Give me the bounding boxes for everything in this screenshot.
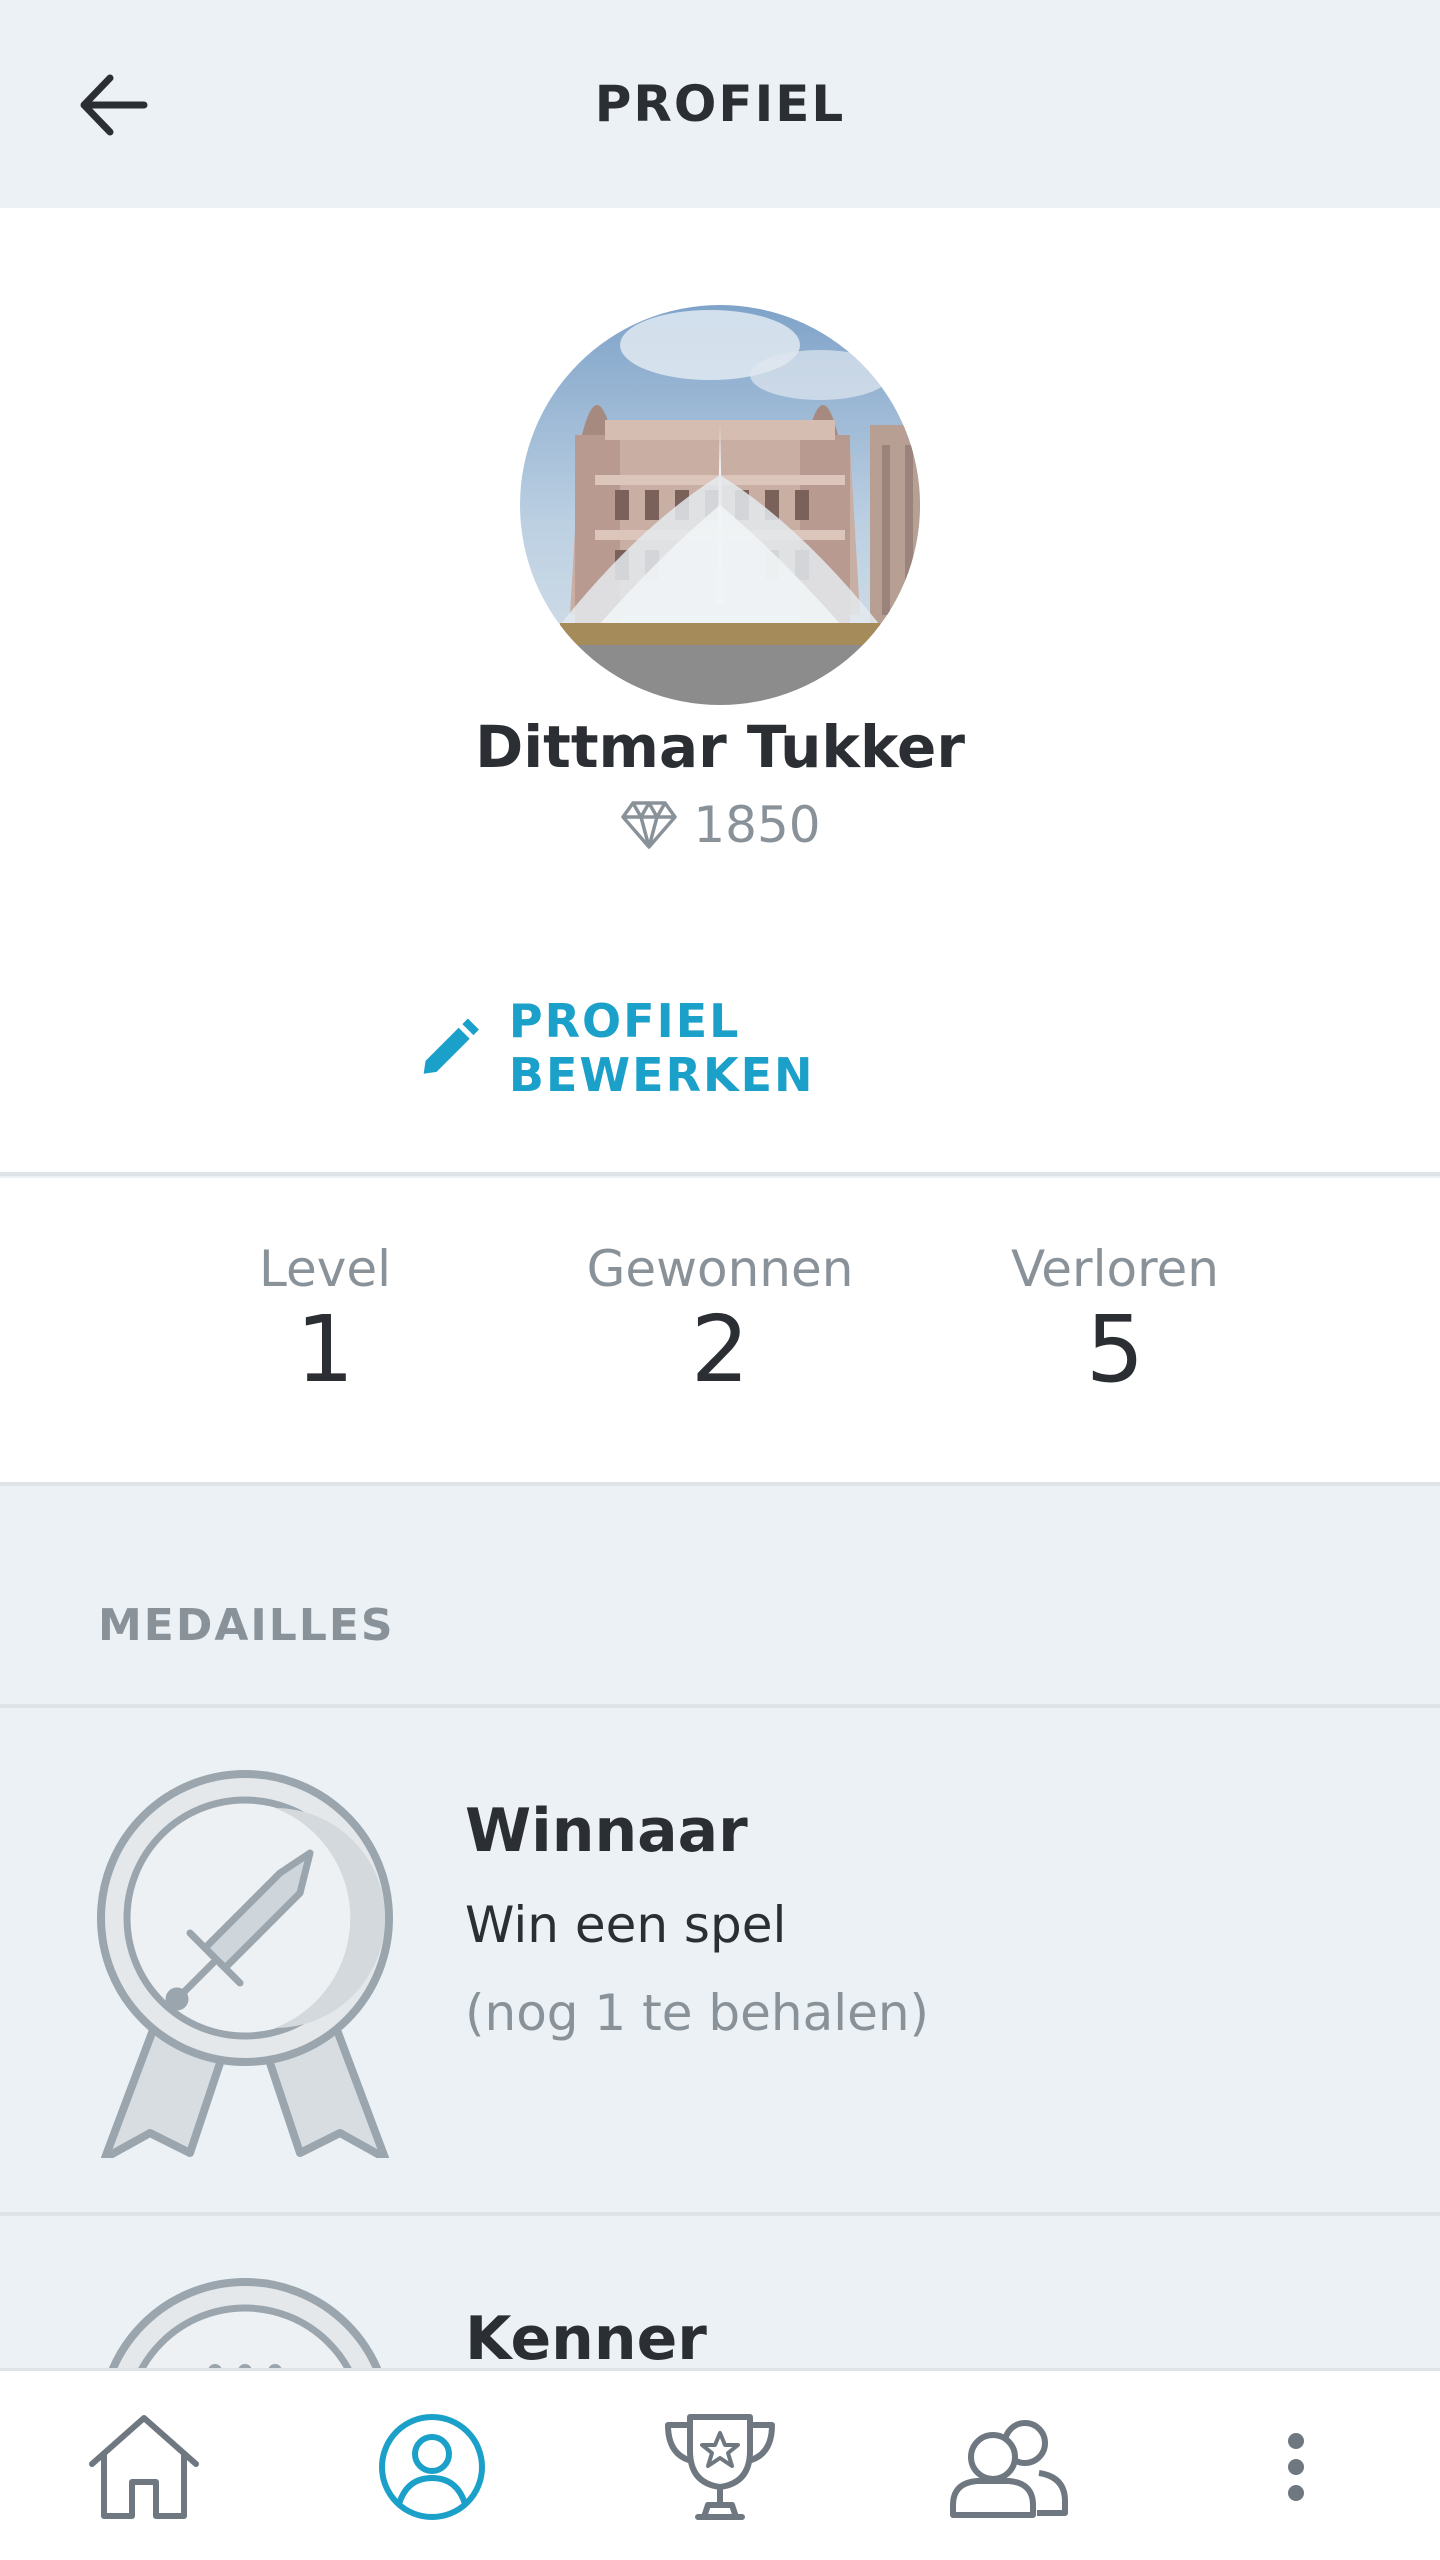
stat-label: Verloren — [1010, 1240, 1220, 1298]
edit-profile-label: PROFIEL BEWERKEN — [508, 994, 815, 1102]
nav-profile[interactable] — [288, 2371, 576, 2560]
points-value: 1850 — [693, 796, 821, 854]
stat-label: Gewonnen — [586, 1240, 854, 1298]
user-name: Dittmar Tukker — [475, 713, 965, 781]
stats-panel: Level 1 Gewonnen 2 Verloren 5 — [0, 1178, 1440, 1482]
stat-value: 5 — [1085, 1296, 1145, 1403]
stat-value: 2 — [690, 1296, 750, 1403]
nav-home[interactable] — [0, 2371, 288, 2560]
home-icon — [89, 2415, 199, 2519]
diamond-icon — [621, 801, 678, 849]
profile-card: Dittmar Tukker 1850 PROFIEL BEWERKEN — [0, 208, 1440, 1174]
nav-more[interactable] — [1152, 2371, 1440, 2560]
stat-label: Level — [259, 1240, 391, 1298]
medal-description: Win een spel — [465, 1896, 787, 1954]
stat-value: 1 — [295, 1296, 355, 1403]
stat-won: Gewonnen 2 — [520, 1240, 920, 1399]
more-vertical-icon — [1288, 2433, 1304, 2501]
sword-medal-icon — [97, 1770, 393, 2158]
avatar[interactable] — [520, 305, 920, 705]
medal-progress: (nog 1 te behalen) — [465, 1984, 930, 2042]
medal-item[interactable]: Kenner — [0, 2216, 1440, 2368]
medal-title: Kenner — [465, 2304, 707, 2368]
stat-lost: Verloren 5 — [915, 1240, 1315, 1399]
bottom-navigation — [0, 2368, 1440, 2560]
edit-profile-button[interactable]: PROFIEL BEWERKEN — [420, 994, 1020, 1102]
medals-section-title: MEDAILLES — [98, 1600, 395, 1651]
nav-trophy[interactable] — [576, 2371, 864, 2560]
nav-friends[interactable] — [864, 2371, 1152, 2560]
top-app-bar: PROFIEL — [0, 0, 1440, 208]
profile-icon — [379, 2414, 485, 2520]
points-display: 1850 — [0, 796, 1440, 854]
trophy-icon — [665, 2414, 775, 2520]
page-title: PROFIEL — [594, 75, 846, 133]
medal-icon — [108, 2278, 382, 2368]
medal-title: Winnaar — [465, 1796, 748, 1866]
stat-level: Level 1 — [125, 1240, 525, 1399]
avatar-photo — [520, 305, 920, 705]
medal-item[interactable]: Winnaar Win een spel (nog 1 te behalen) — [0, 1708, 1440, 2214]
friends-icon — [950, 2420, 1068, 2518]
pencil-icon — [423, 1018, 479, 1074]
divider — [0, 1482, 1440, 1486]
divider — [0, 1172, 1440, 1176]
